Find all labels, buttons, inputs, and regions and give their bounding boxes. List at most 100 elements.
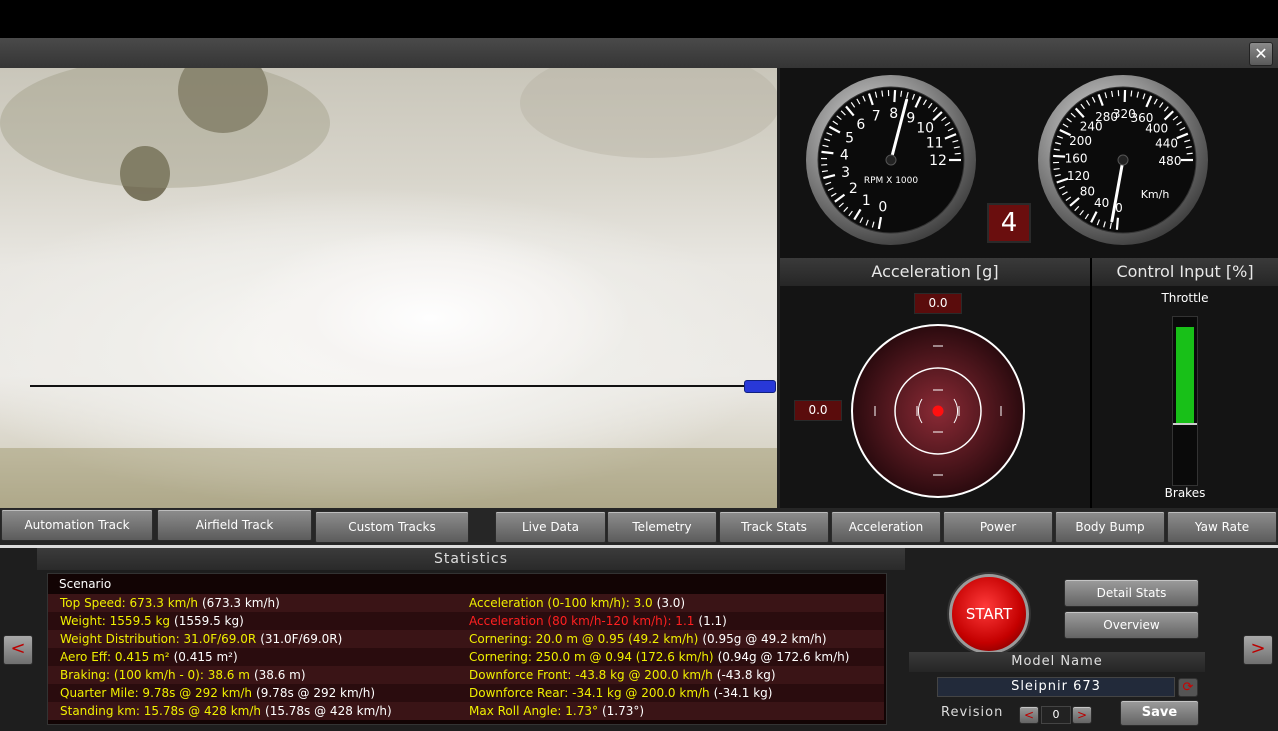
stat-reference: (-34.1 kg)	[713, 686, 773, 700]
stat-value: Standing km: 15.78s @ 428 km/h	[60, 704, 262, 718]
model-name-field[interactable]: Sleipnir 673	[937, 677, 1175, 697]
stat-reference: (15.78s @ 428 km/h)	[265, 704, 392, 718]
stat-row: Downforce Front: -43.8 kg @ 200.0 km/h (-…	[469, 666, 776, 684]
gauge-tick-label: 2	[849, 181, 858, 197]
rpm-gauge: 01234567 8 9101112RPM X 1000	[806, 75, 976, 245]
stat-row: Weight Distribution: 31.0F/69.0R (31.0F/6…	[60, 630, 342, 648]
stat-reference: (0.95g @ 49.2 km/h)	[702, 632, 827, 646]
track-map	[0, 68, 780, 508]
brakes-label: Brakes	[1164, 486, 1206, 500]
window-title-bar	[0, 38, 1278, 68]
stat-reference: (673.3 km/h)	[202, 596, 280, 610]
detail-stats-button[interactable]: Detail Stats	[1064, 579, 1199, 607]
throttle-bar	[1172, 316, 1198, 486]
car-marker	[744, 380, 776, 393]
stat-row: Weight: 1559.5 kg (1559.5 kg)	[60, 612, 244, 630]
tab-telemetry[interactable]: Telemetry	[607, 511, 717, 543]
gauge-tick-label: 440	[1155, 136, 1178, 150]
scenario-label: Scenario	[59, 577, 112, 591]
stat-value: Acceleration (0-100 km/h): 3.0	[469, 596, 653, 610]
revision-next-button[interactable]: >	[1072, 706, 1092, 724]
gauge-tick-label: 8	[889, 106, 898, 122]
start-button[interactable]: START	[949, 574, 1029, 654]
prev-car-button[interactable]: <	[3, 635, 33, 665]
next-car-button[interactable]: >	[1243, 635, 1273, 665]
gauge-tick-label: 80	[1080, 185, 1095, 199]
gauge-tick-label: 5	[845, 131, 854, 147]
throttle-fill	[1176, 327, 1194, 423]
tab-yaw-rate[interactable]: Yaw Rate	[1167, 511, 1277, 543]
stat-row: Acceleration (80 km/h-120 km/h): 1.1 (1.1…	[469, 612, 727, 630]
throttle-marker	[1173, 423, 1197, 425]
refresh-icon[interactable]: ⟳	[1178, 678, 1198, 697]
stat-row: Quarter Mile: 9.78s @ 292 km/h (9.78s @ 2…	[60, 684, 375, 702]
stat-row: Acceleration (0-100 km/h): 3.0 (3.0)	[469, 594, 685, 612]
g-force-meter	[851, 324, 1025, 498]
gauge-tick-label: 480	[1159, 154, 1182, 168]
revision-prev-button[interactable]: <	[1019, 706, 1039, 724]
gauge-tick-label: 200	[1069, 134, 1092, 148]
tab-power[interactable]: Power	[943, 511, 1053, 543]
stat-value: Top Speed: 673.3 km/h	[60, 596, 198, 610]
overview-button[interactable]: Overview	[1064, 611, 1199, 639]
gauge-tick-label: 11	[926, 136, 944, 152]
gauge-tick-label: 12	[929, 153, 947, 169]
gauge-tick-label: 160	[1065, 151, 1088, 165]
rpm-unit-label: RPM X 1000	[864, 176, 919, 186]
stat-reference: (1.73°)	[601, 704, 645, 718]
stat-row: Max Roll Angle: 1.73° (1.73°)	[469, 702, 644, 720]
tab-track-stats[interactable]: Track Stats	[719, 511, 829, 543]
gauge-tick-label: 3	[841, 165, 850, 181]
stat-reference: (0.415 m²)	[173, 650, 238, 664]
stat-value: Aero Eff: 0.415 m²	[60, 650, 170, 664]
stat-reference: (3.0)	[656, 596, 686, 610]
stat-reference: (0.94g @ 172.6 km/h)	[717, 650, 850, 664]
gauge-tick-label: 10	[916, 121, 934, 137]
stat-reference: (1.1)	[698, 614, 727, 628]
stat-reference: (9.78s @ 292 km/h)	[256, 686, 376, 700]
tab-acceleration[interactable]: Acceleration	[831, 511, 941, 543]
map-terrain	[520, 68, 777, 158]
statistics-header: Statistics	[37, 548, 905, 570]
gauge-tick-label: 9	[906, 110, 915, 126]
revision-label: Revision	[941, 705, 1004, 720]
stat-value: Downforce Rear: -34.1 kg @ 200.0 km/h	[469, 686, 710, 700]
gauge-tick-label: 120	[1067, 169, 1090, 183]
map-terrain	[0, 68, 330, 188]
stat-value: Cornering: 20.0 m @ 0.95 (49.2 km/h)	[469, 632, 699, 646]
gauge-tick-label: 0	[878, 199, 887, 215]
stat-row: Cornering: 20.0 m @ 0.95 (49.2 km/h) (0.9…	[469, 630, 827, 648]
acceleration-panel: 0.0 0.0	[780, 286, 1090, 508]
tab-live-data[interactable]: Live Data	[495, 511, 606, 543]
tab-body-bump[interactable]: Body Bump	[1055, 511, 1165, 543]
stat-row: Aero Eff: 0.415 m² (0.415 m²)	[60, 648, 238, 666]
stat-value: Braking: (100 km/h - 0): 38.6 m	[60, 668, 250, 682]
close-button[interactable]: ✕	[1249, 42, 1273, 66]
stat-row: Cornering: 250.0 m @ 0.94 (172.6 km/h) (0…	[469, 648, 849, 666]
gauge-tick-label: 400	[1145, 121, 1168, 135]
g-force-dot	[932, 405, 944, 417]
stat-value: Acceleration (80 km/h-120 km/h): 1.1	[469, 614, 695, 628]
gear-indicator: 4	[987, 203, 1031, 243]
stat-value: Max Roll Angle: 1.73°	[469, 704, 598, 718]
stat-row: Braking: (100 km/h - 0): 38.6 m (38.6 m)	[60, 666, 306, 684]
throttle-label: Throttle	[1161, 291, 1209, 305]
speedometer-gauge: 04080120160200240280320360400440480Km/h	[1038, 75, 1208, 245]
model-name-label: Model Name	[909, 652, 1205, 672]
gauge-tick-label: 4	[840, 148, 849, 164]
revision-value: 0	[1041, 706, 1071, 724]
stat-value: Cornering: 250.0 m @ 0.94 (172.6 km/h)	[469, 650, 714, 664]
tab-automation-track[interactable]: Automation Track	[1, 509, 153, 541]
stat-value: Weight: 1559.5 kg	[60, 614, 171, 628]
stat-value: Weight Distribution: 31.0F/69.0R	[60, 632, 257, 646]
gauge-tick-label: 40	[1094, 196, 1109, 210]
stat-reference: (-43.8 kg)	[716, 668, 776, 682]
stat-reference: (1559.5 kg)	[174, 614, 244, 628]
tab-airfield-track[interactable]: Airfield Track	[157, 509, 312, 541]
map-terrain	[0, 448, 777, 508]
gauge-tick-label: 1	[862, 193, 871, 209]
save-button[interactable]: Save	[1120, 700, 1199, 726]
track-path	[30, 385, 746, 387]
gauge-tick-label: 7	[872, 108, 881, 124]
tab-custom-tracks[interactable]: Custom Tracks	[315, 511, 469, 543]
